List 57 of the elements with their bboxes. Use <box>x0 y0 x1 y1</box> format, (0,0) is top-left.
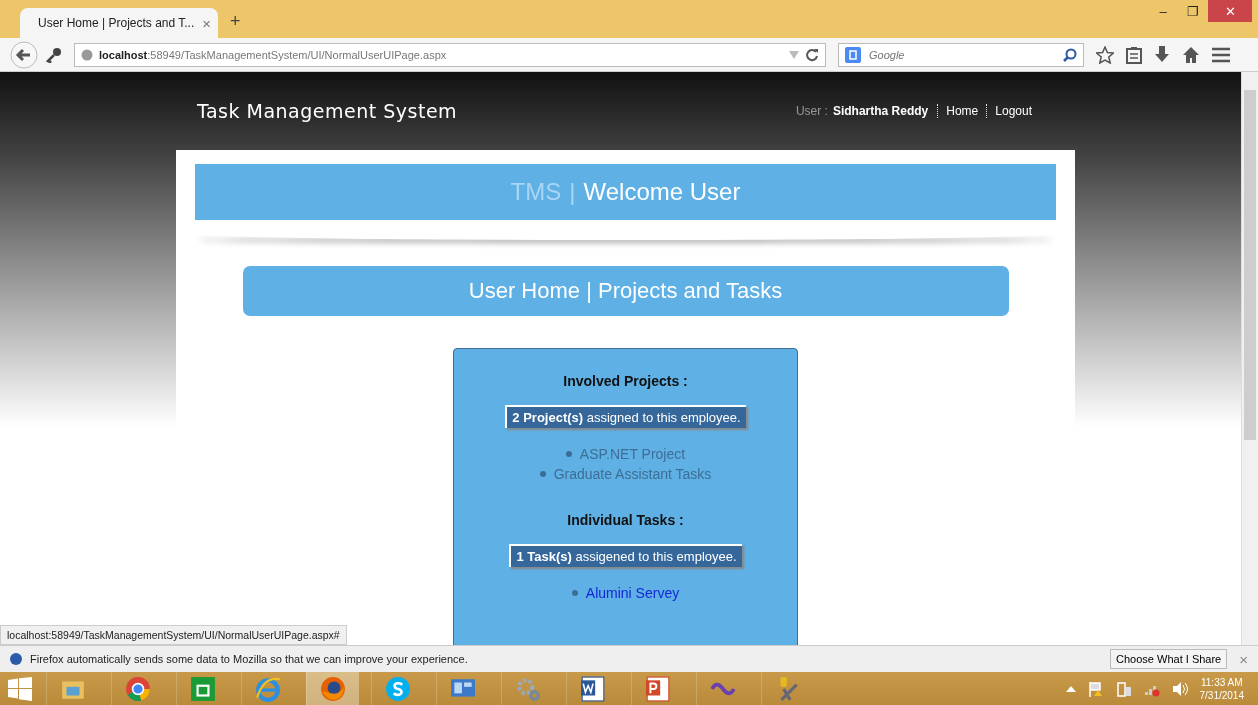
search-icon[interactable] <box>1063 47 1077 62</box>
section-heading: Individual Tasks : <box>567 512 684 528</box>
restore-button[interactable]: ❐ <box>1178 0 1208 22</box>
count-label: 2 Project(s) assigned to this employee. <box>505 405 746 428</box>
skype-icon <box>385 675 411 702</box>
bullet-icon <box>539 471 546 477</box>
chrome-icon <box>125 675 151 702</box>
welcome-title: Welcome User <box>583 178 741 206</box>
key-icon[interactable] <box>46 46 62 63</box>
powerpoint-icon <box>645 675 671 702</box>
speaker-icon[interactable] <box>1171 680 1188 697</box>
download-icon[interactable] <box>1154 45 1170 64</box>
tab-title: User Home | Projects and T... <box>38 16 195 30</box>
info-icon <box>10 653 22 665</box>
count-label: 1 Task(s) assigened to this employee. <box>509 544 742 567</box>
minimize-button[interactable]: – <box>1148 0 1178 22</box>
tray-caret-icon[interactable] <box>1065 685 1076 692</box>
brand-text: TMS <box>510 178 562 206</box>
flag-icon[interactable] <box>1087 680 1104 697</box>
star-icon[interactable] <box>1096 45 1114 64</box>
gear-icon <box>515 675 541 702</box>
scrollbar[interactable] <box>1241 72 1258 645</box>
status-url: localhost:58949/TaskManagementSystem/UI/NormalUserUIPage.aspx# <box>0 625 347 645</box>
address-bar[interactable]: localhost:58949/TaskManagementSystem/UI/NormalUserUIPage.aspx <box>74 42 826 67</box>
menu-icon[interactable] <box>1212 46 1230 63</box>
word-icon <box>580 675 606 702</box>
section-title: User Home | Projects and Tasks <box>468 278 783 304</box>
user-label: User : <box>795 104 828 118</box>
store-icon <box>190 675 216 702</box>
task-link[interactable]: Alumini Servey <box>585 585 680 601</box>
clipboard-icon[interactable] <box>1126 45 1142 64</box>
windows-start-icon[interactable] <box>8 676 32 701</box>
nav-link[interactable]: Home <box>937 104 987 118</box>
search-bar[interactable]: Google <box>838 42 1084 67</box>
browser-tab[interactable]: User Home | Projects and T... × <box>20 8 218 38</box>
reload-icon[interactable] <box>805 47 819 62</box>
choose-share-button[interactable]: Choose What I Share <box>1110 649 1228 669</box>
close-button[interactable]: ✕ <box>1208 0 1252 22</box>
user-name: Sidhartha Reddy <box>832 104 930 118</box>
project-item: Graduate Assistant Tasks <box>553 466 712 482</box>
back-button[interactable] <box>10 40 38 69</box>
site-title: Task Management System <box>197 100 458 122</box>
bullet-icon <box>571 590 578 596</box>
separator-text: | <box>569 178 576 206</box>
bullet-icon <box>565 451 572 457</box>
dropdown-icon[interactable] <box>789 50 799 59</box>
section-heading: Involved Projects : <box>563 373 688 389</box>
tab-close-button[interactable]: × <box>202 14 212 32</box>
taskbar-button[interactable] <box>306 672 359 705</box>
battery-icon[interactable] <box>1115 680 1132 697</box>
notification-message: Firefox automatically sends some data to Mozilla so that we can improve your experience. <box>30 653 468 665</box>
new-tab-button[interactable]: + <box>230 11 241 32</box>
nav-link[interactable]: Logout <box>986 104 1040 118</box>
firefox-icon <box>320 675 346 702</box>
project-item: ASP.NET Project <box>579 446 686 462</box>
home-icon[interactable] <box>1182 45 1200 64</box>
ie-icon <box>255 675 281 702</box>
